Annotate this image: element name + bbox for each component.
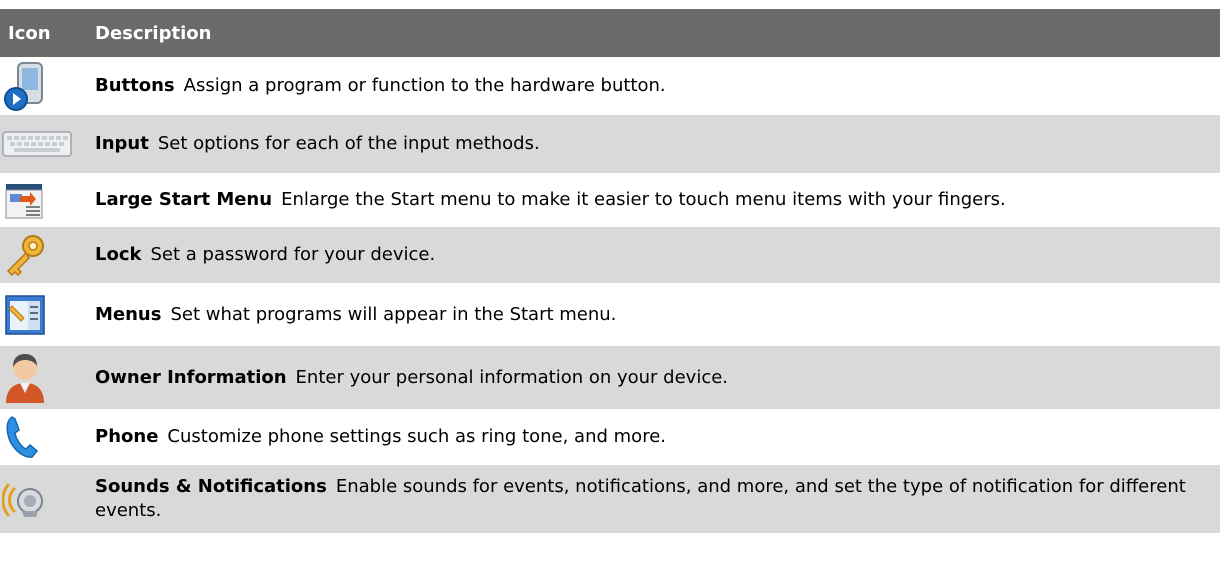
table-row: Lock Set a password for your device.: [0, 227, 1220, 283]
row-description: Enter your personal information on your …: [295, 366, 729, 388]
settings-table: Icon Description Buttons Assign a program…: [0, 9, 1220, 533]
lock-icon: [2, 232, 48, 278]
table-header: Icon Description: [0, 9, 1220, 57]
buttons-icon: [2, 61, 50, 111]
table-row: Phone Customize phone settings such as ri…: [0, 409, 1220, 465]
row-name: Phone: [95, 426, 159, 447]
row-name: Buttons: [95, 75, 175, 96]
row-name: Lock: [95, 244, 142, 265]
header-icon-col: Icon: [8, 22, 51, 44]
header-description-col: Description: [95, 22, 212, 44]
row-name: Owner Information: [95, 366, 287, 388]
large-start-menu-icon: [2, 180, 46, 220]
row-name: Menus: [95, 303, 162, 325]
table-row: Buttons Assign a program or function to t…: [0, 57, 1220, 115]
table-row: Input Set options for each of the input m…: [0, 115, 1220, 173]
row-description: Assign a program or function to the hard…: [183, 75, 666, 96]
sounds-notifications-icon: [2, 477, 50, 521]
table-row: Owner Information Enter your personal inf…: [0, 346, 1220, 409]
row-description: Enlarge the Start menu to make it easier…: [281, 189, 1006, 210]
table-row: Sounds & Notifications Enable sounds for …: [0, 465, 1220, 533]
table-row: Large Start Menu Enlarge the Start menu t…: [0, 173, 1220, 227]
owner-information-icon: [2, 351, 48, 405]
row-name: Large Start Menu: [95, 189, 273, 210]
phone-icon: [2, 413, 42, 461]
input-icon: [2, 129, 72, 159]
row-name: Input: [95, 133, 149, 154]
row-description: Set a password for your device.: [150, 244, 436, 265]
menus-icon: [2, 292, 48, 338]
row-name: Sounds & Notifications: [95, 476, 327, 497]
row-description: Set what programs will appear in the Sta…: [170, 303, 617, 325]
row-description: Customize phone settings such as ring to…: [167, 426, 666, 447]
row-description: Set options for each of the input method…: [157, 133, 540, 154]
table-row: Menus Set what programs will appear in th…: [0, 283, 1220, 346]
